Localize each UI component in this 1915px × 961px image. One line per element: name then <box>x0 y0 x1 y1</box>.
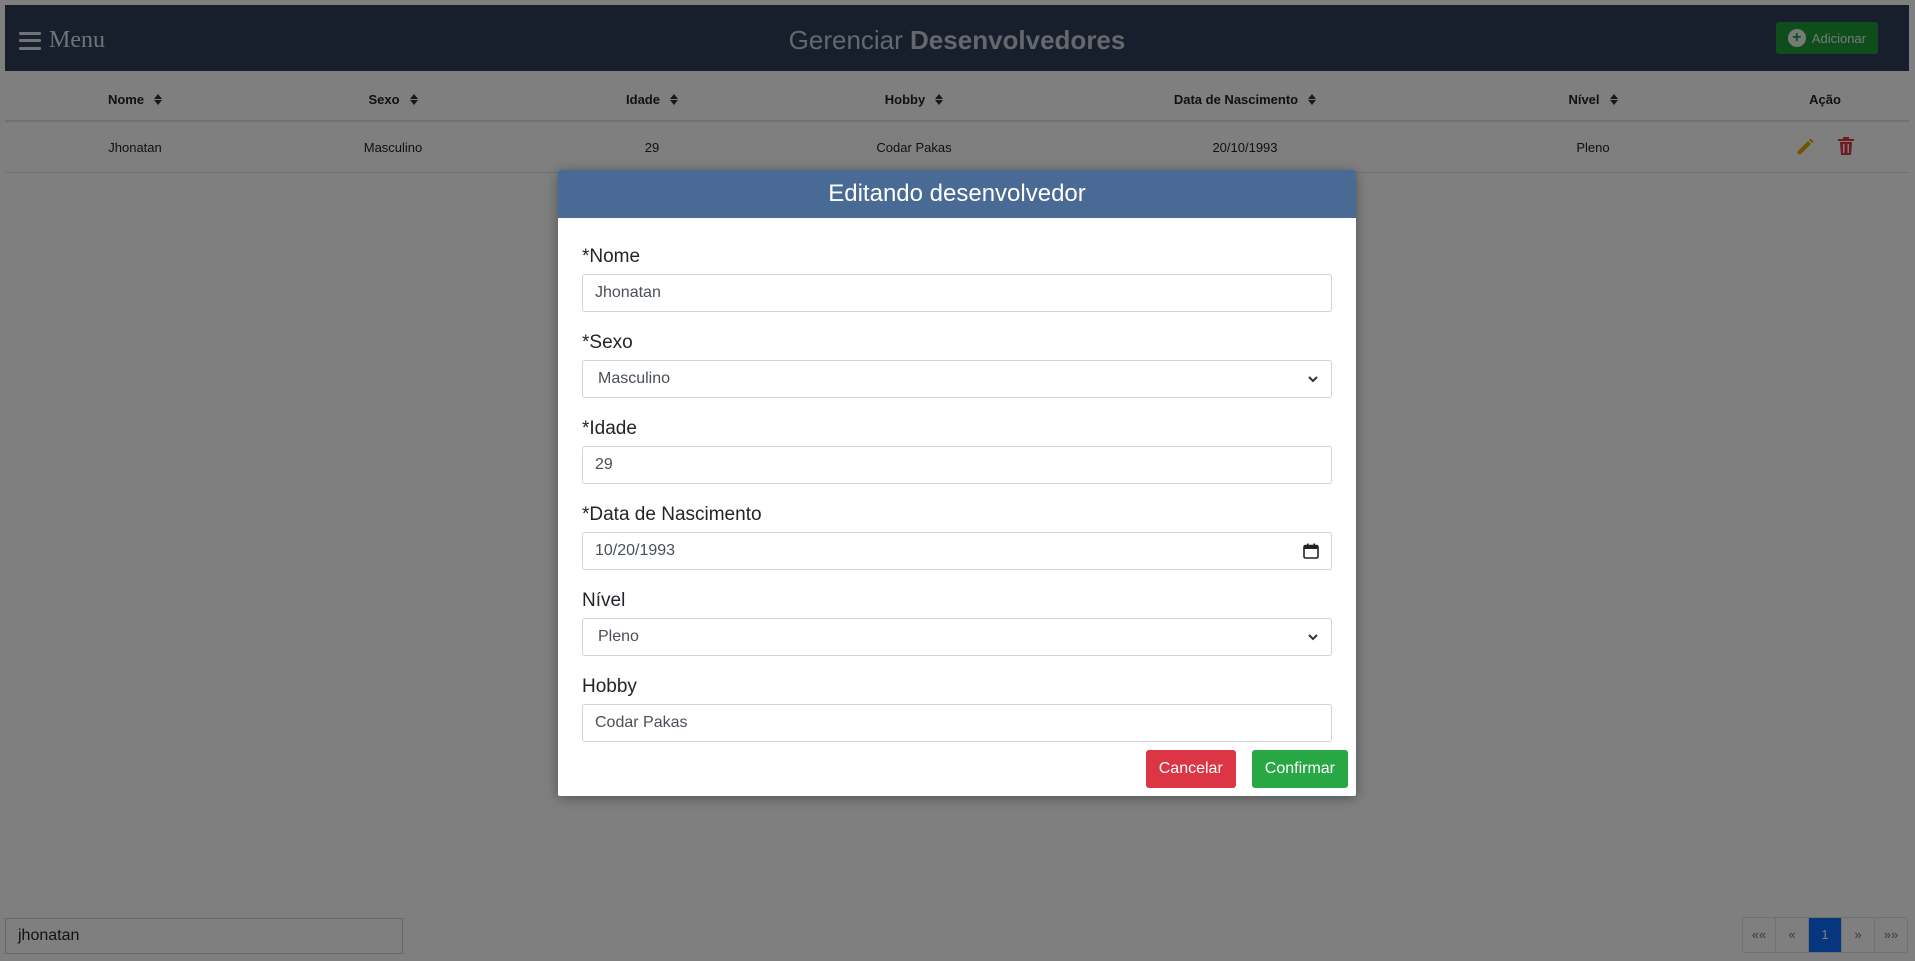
edit-developer-modal: Editando desenvolvedor *Nome Jhonatan *S… <box>558 170 1356 796</box>
field-sexo: *Sexo Masculino <box>582 332 1332 398</box>
sexo-select[interactable]: Masculino <box>582 360 1332 398</box>
calendar-icon[interactable] <box>1303 543 1319 559</box>
field-label-sexo: *Sexo <box>582 332 633 353</box>
page: Menu Gerenciar Desenvolvedores + Adicion… <box>0 0 1915 961</box>
hobby-input[interactable]: Codar Pakas <box>582 704 1332 742</box>
field-nascimento: *Data de Nascimento 10/20/1993 <box>582 504 1332 570</box>
field-label-nascimento: *Data de Nascimento <box>582 504 762 525</box>
field-nome: *Nome Jhonatan <box>582 246 1332 312</box>
field-hobby: Hobby Codar Pakas <box>582 676 1332 742</box>
modal-title: Editando desenvolvedor <box>558 170 1356 218</box>
chevron-down-icon <box>1308 634 1318 641</box>
nivel-select[interactable]: Pleno <box>582 618 1332 656</box>
nascimento-date-input[interactable]: 10/20/1993 <box>582 532 1332 570</box>
modal-body: *Nome Jhonatan *Sexo Masculino *Idade 29… <box>558 218 1356 742</box>
field-label-nome: *Nome <box>582 246 641 267</box>
nome-input[interactable]: Jhonatan <box>582 274 1332 312</box>
field-idade: *Idade 29 <box>582 418 1332 484</box>
field-label-idade: *Idade <box>582 418 637 439</box>
field-label-nivel: Nível <box>582 590 626 611</box>
field-nivel: Nível Pleno <box>582 590 1332 656</box>
idade-input[interactable]: 29 <box>582 446 1332 484</box>
confirm-button[interactable]: Confirmar <box>1251 750 1348 788</box>
chevron-down-icon <box>1308 376 1318 383</box>
cancel-button[interactable]: Cancelar <box>1145 750 1236 788</box>
field-label-hobby: Hobby <box>582 676 637 697</box>
modal-footer: Cancelar Confirmar <box>1145 750 1348 788</box>
